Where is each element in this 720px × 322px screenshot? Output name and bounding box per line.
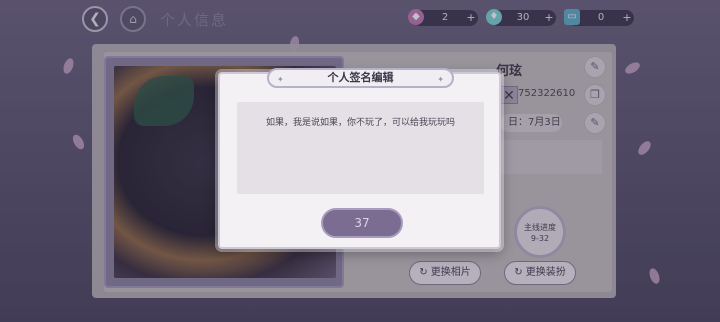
signature-edit-dialog: ✦ 个人签名编辑 ✦ 如果，我是说如果，你不玩了，可以给我玩玩吗 37 — [218, 68, 501, 249]
char-count-button[interactable]: 37 — [321, 208, 403, 238]
dialog-title: 个人签名编辑 — [327, 71, 394, 84]
sparkle-icon: ✦ — [437, 75, 444, 84]
sparkle-icon: ✦ — [277, 75, 284, 84]
signature-input[interactable]: 如果，我是说如果，你不玩了，可以给我玩玩吗 — [237, 102, 484, 194]
dialog-header: ✦ 个人签名编辑 ✦ — [267, 68, 454, 88]
